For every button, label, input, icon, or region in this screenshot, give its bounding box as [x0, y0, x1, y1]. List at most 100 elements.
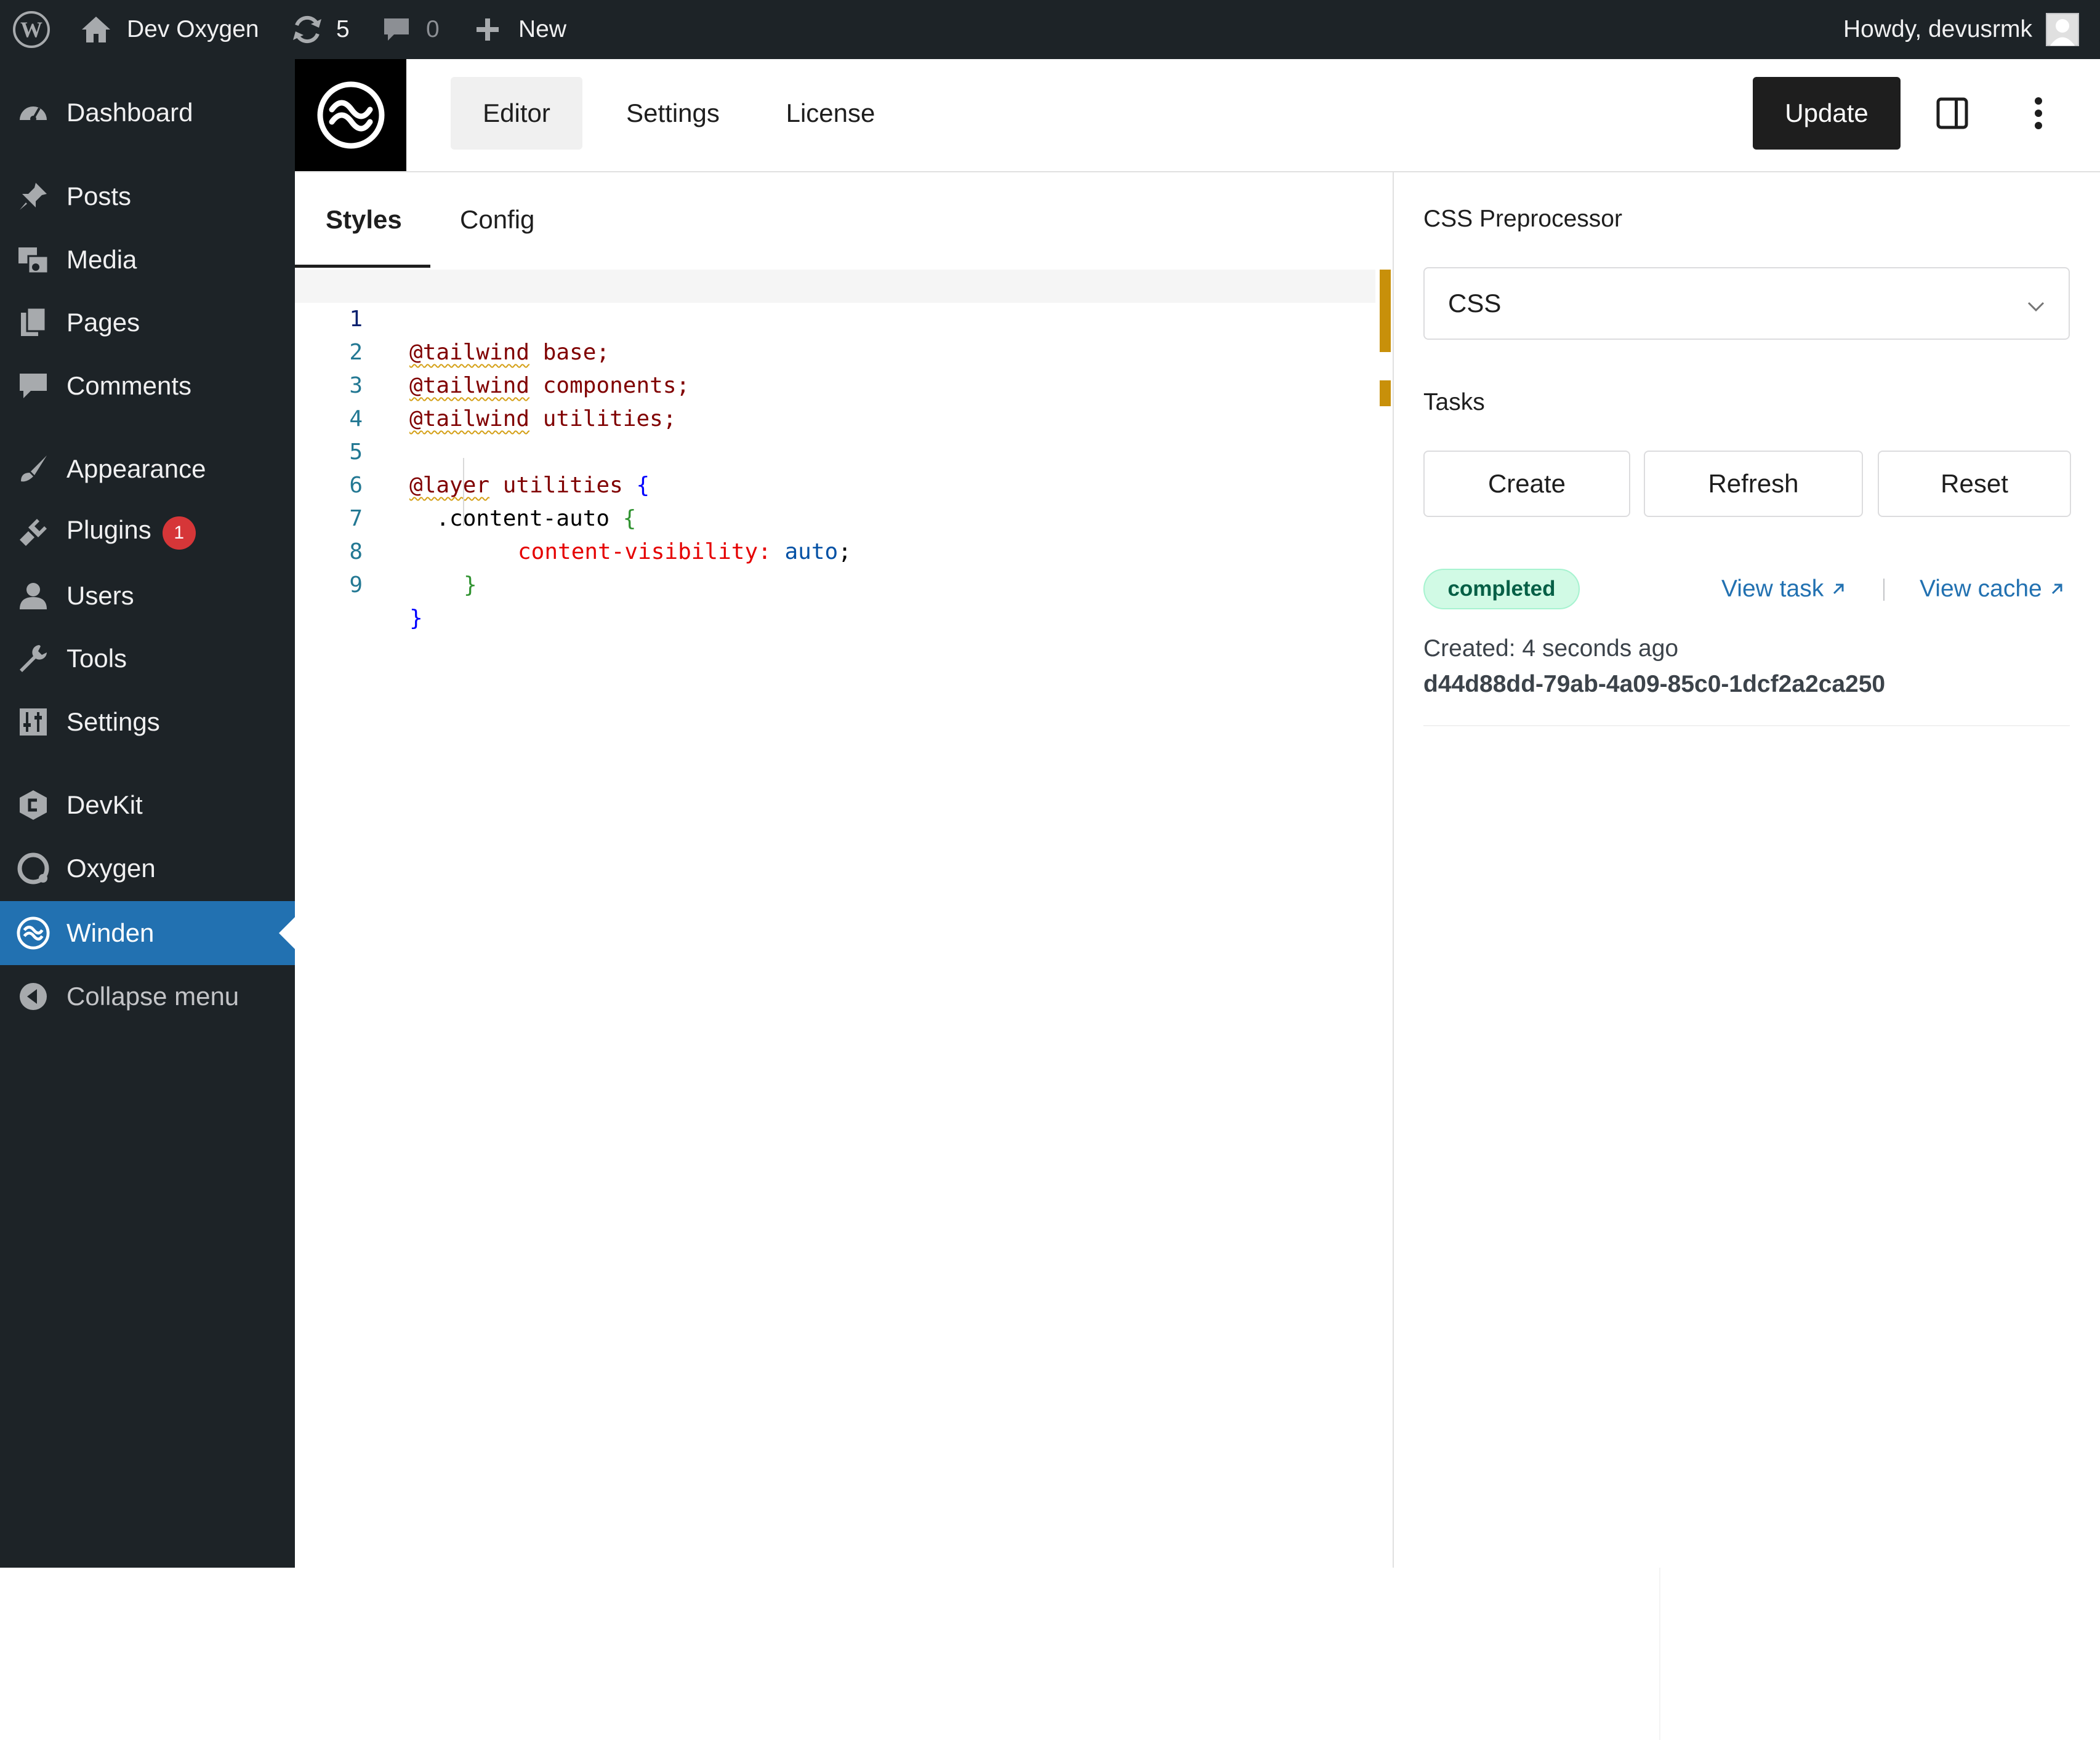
howdy-text: Howdy, devusrmk [1843, 16, 2033, 42]
user-icon [16, 579, 50, 613]
sidebar-item-label: Appearance [66, 454, 206, 483]
link-separator [1883, 579, 1885, 601]
sidebar-item-label: Comments [66, 371, 192, 400]
sidebar-item-appearance[interactable]: Appearance [0, 439, 295, 499]
avatar [2046, 13, 2080, 46]
sidebar-item-label: Tools [66, 644, 127, 673]
code-line: 6 .content-auto { [295, 436, 1375, 531]
sidebar-item-pages[interactable]: Pages [0, 292, 295, 353]
sidebar-item-label: Users [66, 581, 134, 610]
site-name: Dev Oxygen [127, 16, 259, 42]
update-button[interactable]: Update [1753, 77, 1901, 150]
chevron-down-icon [2027, 289, 2045, 318]
external-link-icon [1824, 575, 1846, 603]
account-menu[interactable]: Howdy, devusrmk [1843, 0, 2080, 59]
dashboard-icon [16, 95, 50, 130]
tab-settings[interactable]: Settings [605, 77, 741, 150]
indent-guide [463, 458, 464, 526]
code-line: 1 @tailwind base; [295, 270, 1375, 365]
active-tab-indicator [295, 265, 430, 268]
divider [1423, 725, 2070, 726]
updates-count: 5 [336, 16, 350, 42]
preprocessor-select[interactable]: CSS [1423, 267, 2070, 340]
sidebar-item-label: Oxygen [66, 854, 156, 883]
status-badge: completed [1423, 569, 1580, 609]
tab-editor[interactable]: Editor [451, 77, 582, 150]
task-created-time: Created: 4 seconds ago [1423, 635, 1679, 662]
sidebar-item-label: Plugins [66, 515, 151, 544]
more-options-icon[interactable] [2019, 94, 2058, 133]
media-icon [16, 243, 50, 277]
comment-icon [16, 369, 50, 403]
site-home-link[interactable]: Dev Oxygen [80, 0, 259, 59]
sidebar-item-settings[interactable]: Settings [0, 692, 295, 752]
sidebar-item-devkit[interactable]: DevKit [0, 775, 295, 835]
sidebar-item-label: Media [66, 245, 137, 274]
code-editor[interactable]: 1 @tailwind base; 2 @tailwind components… [295, 270, 1393, 1568]
updates-link[interactable]: 5 [291, 0, 350, 59]
code-line: 2 @tailwind components; [295, 303, 1375, 398]
scrollbar-warning-marker[interactable] [1380, 270, 1391, 352]
code-line: 9 } [295, 535, 1375, 631]
refresh-button[interactable]: Refresh [1644, 451, 1863, 517]
sidebar-item-users[interactable]: Users [0, 566, 295, 626]
pages-icon [16, 305, 50, 340]
sidebar-item-media[interactable]: Media [0, 230, 295, 290]
sidebar-item-label: Collapse menu [66, 982, 239, 1011]
sidebar-item-oxygen[interactable]: Oxygen [0, 838, 295, 899]
sidebar-item-label: Posts [66, 182, 132, 210]
plugins-update-badge: 1 [162, 516, 196, 550]
preprocessor-value: CSS [1448, 289, 1502, 318]
admin-bar: W Dev Oxygen 5 0 New Howdy, devusrmk [0, 0, 2100, 59]
tab-license[interactable]: License [763, 77, 898, 150]
pin-icon [16, 179, 50, 214]
code-line: 5 @layer utilities { [295, 403, 1375, 498]
wordpress-logo-icon[interactable]: W [12, 0, 50, 59]
plus-icon [474, 16, 501, 43]
code-line: 7 content-visibility: auto; [295, 469, 1375, 564]
admin-sidebar: Dashboard Posts Media Pages Comments App… [0, 59, 295, 1568]
code-line: 8 } [295, 502, 1375, 598]
sidebar-item-winden[interactable]: Winden [0, 901, 295, 965]
view-task-link[interactable]: View task [1721, 572, 1846, 606]
oxygen-icon [16, 851, 50, 886]
sidebar-item-label: Settings [66, 707, 160, 736]
sliders-icon [16, 705, 50, 739]
editor-area: Styles Config 1 @tailwind base; 2 @tailw… [295, 172, 1660, 1740]
collapse-menu-button[interactable]: Collapse menu [0, 966, 295, 1027]
reset-button[interactable]: Reset [1878, 451, 2071, 517]
tasks-label: Tasks [1423, 389, 1485, 415]
home-icon [80, 15, 112, 44]
sidebar-item-label: DevKit [66, 790, 143, 819]
sidebar-item-label: Dashboard [66, 98, 193, 127]
line-number: 9 [349, 572, 363, 598]
devkit-icon [16, 788, 50, 822]
sidebar-item-tools[interactable]: Tools [0, 628, 295, 689]
sidebar-item-dashboard[interactable]: Dashboard [0, 82, 295, 143]
task-id: d44d88dd-79ab-4a09-85c0-1dcf2a2ca250 [1423, 671, 1886, 697]
settings-panel: CSS Preprocessor CSS Tasks Create Refres… [1393, 172, 2100, 1568]
winden-icon [16, 916, 50, 950]
comment-bubble-icon [382, 15, 411, 44]
create-button[interactable]: Create [1423, 451, 1630, 517]
tab-styles[interactable]: Styles [326, 172, 402, 267]
new-content-link[interactable]: New [474, 0, 566, 59]
sidebar-item-posts[interactable]: Posts [0, 166, 295, 227]
tab-config[interactable]: Config [460, 172, 534, 267]
sidebar-item-comments[interactable]: Comments [0, 356, 295, 416]
view-cache-label: View cache [1920, 575, 2042, 602]
code-line: 4 [295, 369, 1375, 431]
external-link-icon [2042, 575, 2064, 603]
refresh-icon [291, 14, 324, 45]
code-line: 3 @tailwind utilities; [295, 336, 1375, 431]
sidebar-toggle-icon[interactable] [1933, 94, 1972, 133]
view-cache-link[interactable]: View cache [1920, 572, 2064, 606]
brush-icon [16, 452, 50, 486]
winden-logo-icon [317, 81, 384, 149]
sidebar-item-label: Winden [66, 918, 155, 947]
scrollbar-warning-marker[interactable] [1380, 380, 1391, 406]
sidebar-item-plugins[interactable]: Plugins 1 [0, 502, 295, 563]
svg-text:W: W [20, 17, 42, 42]
preprocessor-label: CSS Preprocessor [1423, 206, 1622, 232]
comments-link[interactable]: 0 [382, 0, 440, 59]
